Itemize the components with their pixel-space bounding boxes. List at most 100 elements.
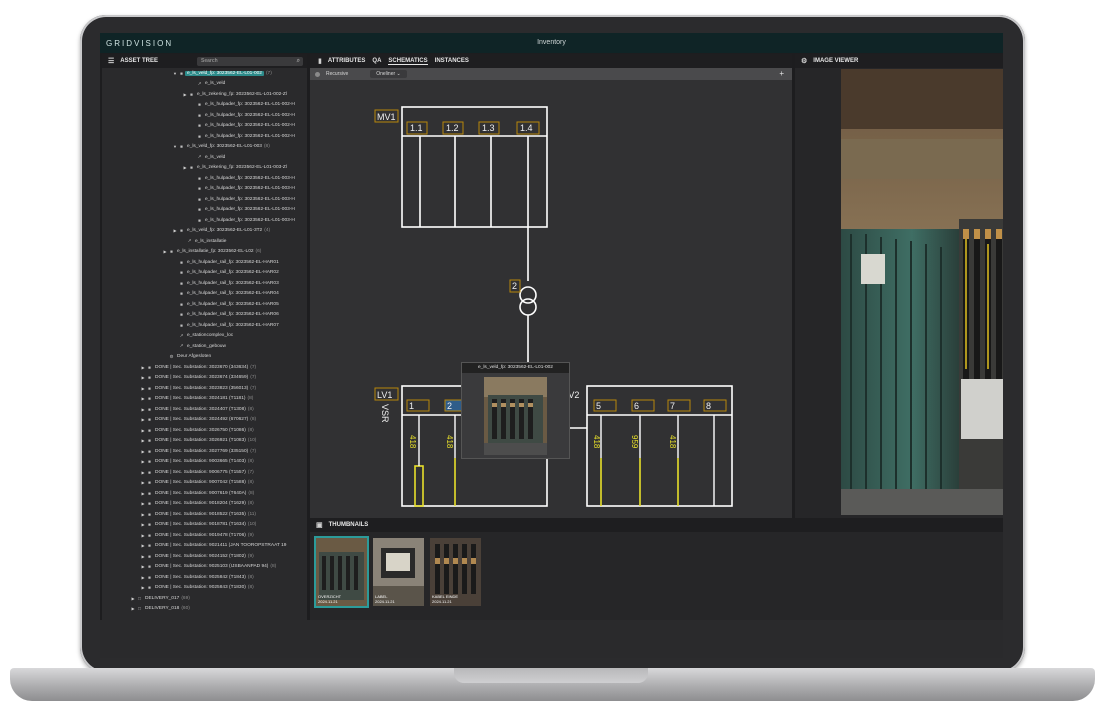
tree-row[interactable]: ▶ ■ e_ls_zekering_fp: 3023562-EL-L01-003-Z… [102, 163, 307, 174]
tree-list: ▼ ■ e_ls_veld_fp: 3023562-EL-L01-002 (7) ↗ e_… [102, 68, 307, 614]
menu-icon[interactable]: ☰ [108, 57, 114, 65]
tree-row[interactable]: ↗ e_stationcomplex_loc [102, 331, 307, 342]
tree-row[interactable]: ▶ ■ DONE | Sec. Substation: 9018204 (T1629… [102, 499, 307, 510]
tree-row[interactable]: ▶ ■ DONE | Sec. Substation: 3023823 (35601… [102, 383, 307, 394]
search-input[interactable]: Search ⌕ [197, 56, 303, 66]
tree-row[interactable]: ■ e_ls_hulpader_fp: 3023562-EL-L01-002-H [102, 100, 307, 111]
tree-row[interactable]: ▶ ■ DONE | Sec. Substation: 9025842 (T1843… [102, 572, 307, 583]
node-icon: ■ [148, 427, 151, 433]
tree-row-count: (7) [247, 469, 254, 475]
tree-row-count: (10) [247, 522, 257, 528]
tree-row[interactable]: ▶ ■ DONE | Sec. Substation: 9019478 (T1706… [102, 530, 307, 541]
tree-row[interactable]: ■ e_ls_hulpader_rail_fp: 3023562-EL-HAR01 [102, 257, 307, 268]
tree-row-label: DONE | Sec. Substation: 9025843 (T1830) [155, 585, 246, 591]
tree-row[interactable]: ■ e_ls_hulpader_rail_fp: 3023562-EL-HAR07 [102, 320, 307, 331]
tree-row-label: e_ls_hulpader_fp: 3023562-EL-L01-003-H [205, 196, 295, 202]
tree-row[interactable]: ■ e_ls_hulpader_fp: 3023562-EL-L01-002-H [102, 131, 307, 142]
tab-instances[interactable]: INSTANCES [435, 58, 469, 64]
node-icon: ■ [198, 123, 201, 129]
thumbnail-overzicht[interactable]: OVERZICHT 2024.11.21 [314, 536, 369, 608]
recursive-toggle[interactable] [315, 71, 320, 77]
tree-row-count: (4) [264, 228, 271, 234]
tree-row[interactable]: ▼ ■ e_ls_veld_fp: 3023562-EL-L01-002 (7) [102, 68, 307, 79]
tree-row[interactable]: ⚙ Deur Afgesloten [102, 352, 307, 363]
link-icon: ↗ [197, 154, 202, 160]
tree-row[interactable]: ▶ ■ DONE | Sec. Substation: 3026921 (T1083… [102, 436, 307, 447]
tree-row-label: e_ls_hulpader_rail_fp: 3023562-EL-HAR04 [187, 291, 279, 297]
tree-row[interactable]: ▶ ■ DONE | Sec. Substation: 9007619 (T640A… [102, 488, 307, 499]
node-icon: ■ [198, 102, 201, 108]
tree-row[interactable]: ▶ ■ DONE | Sec. Substation: 9025843 (T1830… [102, 583, 307, 594]
lv2-rating-6: 959 [630, 435, 639, 449]
app-screen: GRIDVISION Inventory ☰ ASSET TREE Search… [100, 33, 1003, 620]
tree-row[interactable]: ■ e_ls_hulpader_rail_fp: 3023562-EL-HAR04 [102, 289, 307, 300]
laptop-notch [454, 668, 648, 683]
tree-row[interactable]: ▶ ■ DONE | Sec. Substation: 3026750 (T1086… [102, 425, 307, 436]
tree-row-label: DONE | Sec. Substation: 3027769 (335150) [155, 448, 249, 454]
tooltip-label: e_ls_veld_fp: 3023562-EL-L01-002 [462, 363, 569, 373]
tree-row[interactable]: ■ e_ls_hulpader_rail_fp: 3023562-EL-HAR03 [102, 278, 307, 289]
lv2-rating-5: 418 [592, 435, 601, 449]
tree-row[interactable]: ■ e_ls_hulpader_fp: 3023562-EL-L01-003-H [102, 205, 307, 216]
lv1-rating-2: 418 [445, 435, 454, 449]
tree-row[interactable]: ▶ ■ DONE | Sec. Substation: 3024407 (T1308… [102, 404, 307, 415]
tree-row[interactable]: ▶ ■ DONE | Sec. Substation: 3027769 (33515… [102, 446, 307, 457]
tree-row[interactable]: ■ e_ls_hulpader_rail_fp: 3023562-EL-HAR02 [102, 268, 307, 279]
tab-attributes[interactable]: ATTRIBUTES [328, 58, 366, 64]
tree-row-label: DONE | Sec. Substation: 9007619 (T640A) [155, 490, 247, 496]
tree-row[interactable]: ↗ e_station_gebouw [102, 341, 307, 352]
tree-row-label: DONE | Sec. Substation: 3024492 (670627) [155, 417, 249, 423]
tree-row-label: e_ls_hulpader_rail_fp: 3023562-EL-HAR03 [187, 280, 279, 286]
tree-row[interactable]: ↗ e_ls_installatie [102, 236, 307, 247]
schematic-toolbar: Recursive Oneliner ⌄ + [310, 68, 792, 80]
tree-row[interactable]: ▶ ■ DONE | Sec. Substation: 3023670 (34363… [102, 362, 307, 373]
tree-row[interactable]: ↗ e_ls_veld [102, 152, 307, 163]
tree-row-label: e_stationcomplex_loc [187, 333, 234, 339]
tree-row[interactable]: ■ e_ls_hulpader_rail_fp: 3023562-EL-HAR06 [102, 310, 307, 321]
tree-row[interactable]: ▶ ■ DONE | Sec. Substation: 9018781 (T1634… [102, 520, 307, 531]
tree-row[interactable]: ■ e_ls_hulpader_fp: 3023562-EL-L01-003-H [102, 194, 307, 205]
tree-row[interactable]: ▶ ■ e_ls_zekering_fp: 3023562-EL-L01-002-Z… [102, 89, 307, 100]
tree-row[interactable]: ▶ ■ DONE | Sec. Substation: 3024492 (67062… [102, 415, 307, 426]
view-select[interactable]: Oneliner ⌄ [370, 70, 407, 78]
tree-row[interactable]: ▶ ■ DONE | Sec. Substation: 3024181 (T1181… [102, 394, 307, 405]
tree-row[interactable]: ▶ ■ DONE | Sec. Substation: 9021411 (JAN T… [102, 541, 307, 552]
tree-row[interactable]: ■ e_ls_hulpader_rail_fp: 3023562-EL-HAR05 [102, 299, 307, 310]
node-icon: ■ [180, 291, 183, 297]
tree-row[interactable]: ▶ ■ DONE | Sec. Substation: 9003665 (T1403… [102, 457, 307, 468]
transformer-label: 2 [512, 281, 517, 291]
node-icon: ■ [148, 385, 151, 391]
tree-row-label: e_ls_hulpader_rail_fp: 3023562-EL-HAR07 [187, 322, 279, 328]
tab-qa[interactable]: QA [372, 58, 381, 64]
tree-row[interactable]: ■ e_ls_hulpader_fp: 3023562-EL-L01-002-H [102, 110, 307, 121]
tree-row[interactable]: ▶ ■ DONE | Sec. Substation: 9024152 (T1802… [102, 551, 307, 562]
thumbnail-label[interactable]: LABEL 2024.11.21 [371, 536, 426, 608]
tree-row[interactable]: ▶ □ DELIVERY_017 (69) [102, 593, 307, 604]
thumbnails-header: ▣ THUMBNAILS [310, 518, 1003, 532]
lv1-rating-1: 418 [408, 435, 417, 449]
add-button[interactable]: + [779, 69, 784, 78]
tree-row[interactable]: ■ e_ls_hulpader_fp: 3023562-EL-L01-003-H [102, 184, 307, 195]
tab-schematics[interactable]: SCHEMATICS [388, 58, 428, 65]
tree-row[interactable]: ■ e_ls_hulpader_fp: 3023562-EL-L01-002-H [102, 121, 307, 132]
laptop-bezel [100, 620, 1003, 658]
tree-row[interactable]: ▶ ■ DONE | Sec. Substation: 9006775 (T1557… [102, 467, 307, 478]
tree-row-label: DONE | Sec. Substation: 3023823 (356013) [155, 385, 249, 391]
thumbnail-kabel-einde[interactable]: KABEL EINDE 2024.11.21 [428, 536, 483, 608]
tree-row[interactable]: ▶ □ DELIVERY_018 (60) [102, 604, 307, 615]
tree-row[interactable]: ▶ ■ DONE | Sec. Substation: 3023674 (33465… [102, 373, 307, 384]
node-icon: ■ [198, 207, 201, 213]
substation-photo[interactable] [841, 69, 1003, 515]
tree-row[interactable]: ↗ e_ls_veld [102, 79, 307, 90]
settings-icon[interactable]: ⚙ [801, 57, 807, 65]
tree-row[interactable]: ▼ ■ e_ls_veld_fp: 3023562-EL-L01-003 (8) [102, 142, 307, 153]
tree-row[interactable]: ■ e_ls_hulpader_fp: 3023562-EL-L01-003-H [102, 173, 307, 184]
transformer-coil-bottom [519, 298, 537, 316]
tree-row[interactable]: ■ e_ls_hulpader_fp: 3023562-EL-L01-003-H [102, 215, 307, 226]
schematic-canvas[interactable]: MV1 1.1 1.2 1.3 1.4 2 LV1 LV2 VSR 1 2 5 … [310, 80, 792, 530]
tree-row[interactable]: ▶ ■ e_ls_installatie_fp: 3023562-EL-L02 (6) [102, 247, 307, 258]
tree-row[interactable]: ▶ ■ DONE | Sec. Substation: 9025103 (IJSBA… [102, 562, 307, 573]
tree-row[interactable]: ▶ ■ DONE | Sec. Substation: 9007042 (T1588… [102, 478, 307, 489]
tree-row[interactable]: ▶ ■ e_ls_veld_fp: 3023562-EL-L01-3T2 (4) [102, 226, 307, 237]
tree-row[interactable]: ▶ ■ DONE | Sec. Substation: 9018522 (T1635… [102, 509, 307, 520]
